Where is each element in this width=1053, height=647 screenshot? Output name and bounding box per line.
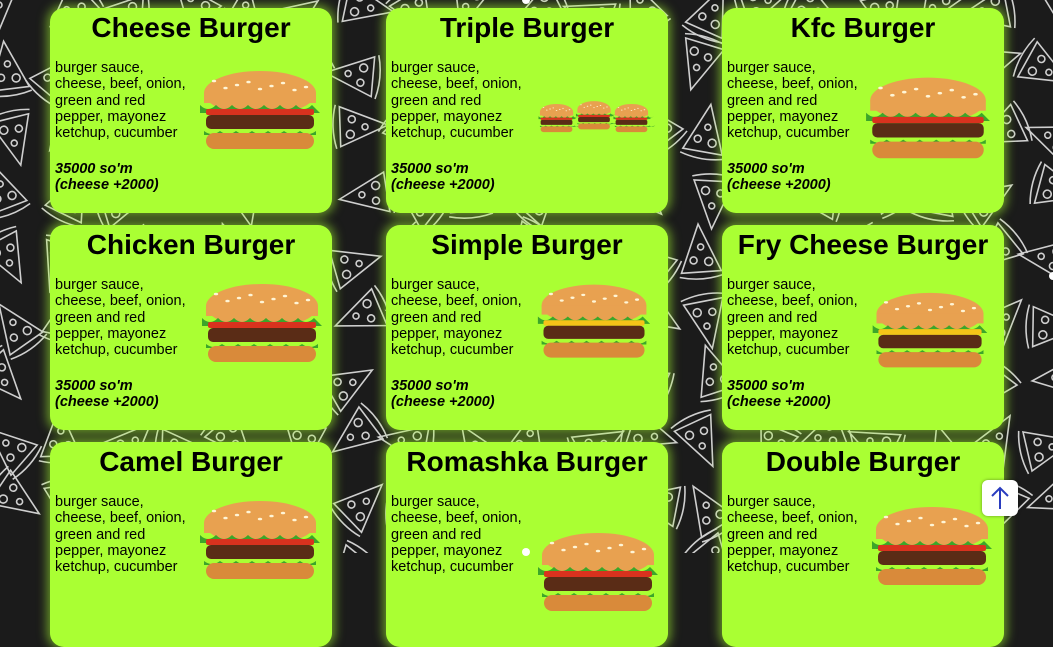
menu-card-ingredients: burger sauce, cheese, beef, onion, green… [391,277,522,359]
menu-card[interactable]: Kfc Burger burger sauce, cheese, beef, on… [722,8,1004,213]
burger-image [536,261,652,385]
menu-card[interactable]: Fry Cheese Burger burger sauce, cheese, b… [722,225,1004,430]
arrow-up-icon [991,486,1009,509]
scroll-indicator-dot [522,548,530,556]
menu-card-ingredients: burger sauce, cheese, beef, onion, green… [727,60,858,142]
scroll-to-top-button[interactable] [982,480,1018,516]
menu-card[interactable]: Cheese Burger burger sauce, cheese, beef,… [50,8,332,213]
menu-card[interactable]: Chicken Burger burger sauce, cheese, beef… [50,225,332,430]
burger-image [870,488,994,608]
menu-card-price-block: 35000 so'm (cheese +2000) [391,378,495,411]
menu-card-extra-price: (cheese +2000) [55,177,159,194]
menu-card-title: Cheese Burger [91,12,291,43]
menu-card[interactable]: Double Burger burger sauce, cheese, beef,… [722,442,1004,647]
burger-image [200,265,324,385]
menu-card-price-block: 35000 so'm (cheese +2000) [55,161,159,194]
menu-card-title: Double Burger [765,446,961,477]
menu-card-ingredients: burger sauce, cheese, beef, onion, green… [727,494,858,576]
menu-card-ingredients: burger sauce, cheese, beef, onion, green… [55,494,186,576]
burger-image [198,482,322,602]
menu-card-extra-price: (cheese +2000) [391,394,495,411]
menu-card[interactable]: Simple Burger burger sauce, cheese, beef,… [386,225,668,430]
menu-card-price-block: 35000 so'm (cheese +2000) [727,161,831,194]
menu-card-price-block: 35000 so'm (cheese +2000) [727,378,831,411]
menu-card-extra-price: (cheese +2000) [727,177,831,194]
menu-card-title: Kfc Burger [790,12,936,43]
burger-image [198,52,322,172]
burger-image [526,78,662,148]
menu-card-extra-price: (cheese +2000) [727,394,831,411]
scroll-indicator-dot [1049,272,1053,280]
menu-card[interactable]: Camel Burger burger sauce, cheese, beef, … [50,442,332,647]
menu-card-price: 35000 so'm [727,378,805,394]
menu-card-title: Romashka Burger [406,446,648,477]
menu-card-price: 35000 so'm [391,161,469,177]
menu-card-ingredients: burger sauce, cheese, beef, onion, green… [391,60,522,142]
menu-card-title: Fry Cheese Burger [737,229,989,260]
menu-card-price: 35000 so'm [55,161,133,177]
menu-card-ingredients: burger sauce, cheese, beef, onion, green… [55,277,186,359]
menu-card-title: Simple Burger [431,229,623,260]
menu-card-extra-price: (cheese +2000) [391,177,495,194]
menu-card-price-block: 35000 so'm (cheese +2000) [55,378,159,411]
menu-card[interactable]: Romashka Burger burger sauce, cheese, bee… [386,442,668,647]
menu-card-title: Chicken Burger [86,229,296,260]
menu-card-title: Camel Burger [99,446,283,477]
burger-image [864,289,996,375]
menu-card-ingredients: burger sauce, cheese, beef, onion, green… [391,494,522,576]
burger-image [536,514,660,634]
menu-card-price: 35000 so'm [391,378,469,394]
menu-card-extra-price: (cheese +2000) [55,394,159,411]
menu-card-price-block: 35000 so'm (cheese +2000) [391,161,495,194]
menu-card-price: 35000 so'm [727,161,805,177]
menu-card-ingredients: burger sauce, cheese, beef, onion, green… [727,277,858,359]
menu-card-title: Triple Burger [439,12,615,43]
menu-card[interactable]: Triple Burger burger sauce, cheese, beef,… [386,8,668,213]
menu-card-ingredients: burger sauce, cheese, beef, onion, green… [55,60,186,142]
burger-image [864,72,992,168]
menu-card-price: 35000 so'm [55,378,133,394]
